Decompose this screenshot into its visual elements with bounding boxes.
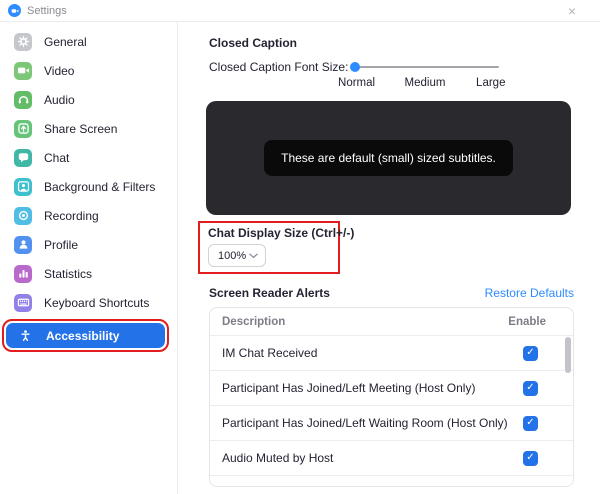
keyboard-icon <box>14 293 32 312</box>
annotation-box-accessibility: Accessibility <box>2 319 169 352</box>
alert-description: Participant Has Joined/Left Waiting Room… <box>222 416 508 430</box>
closed-caption-heading: Closed Caption <box>209 36 298 50</box>
sidebar-item-label: Audio <box>44 92 75 107</box>
alert-enable-checkbox[interactable] <box>523 380 538 396</box>
sidebar-item-share-screen[interactable]: Share Screen <box>0 114 177 143</box>
window-title: Settings <box>27 4 67 17</box>
table-row: Participant Has Joined/Left Meeting (Hos… <box>210 371 573 406</box>
profile-icon <box>14 235 32 254</box>
sidebar-item-label: Recording <box>44 208 99 223</box>
accessibility-icon <box>16 327 34 345</box>
sidebar-item-label: Statistics <box>44 266 93 281</box>
sidebar-item-background-filters[interactable]: Background & Filters <box>0 172 177 201</box>
caption-preview: These are default (small) sized subtitle… <box>206 101 571 215</box>
sidebar-item-label: Share Screen <box>44 121 118 136</box>
settings-content: Closed Caption Closed Caption Font Size:… <box>178 22 600 494</box>
partial-row <box>210 476 573 483</box>
sidebar: General Video Audio Share Screen Chat Ba… <box>0 22 178 494</box>
zoom-logo-icon <box>8 4 21 17</box>
tick-large: Large <box>476 77 506 89</box>
caption-preview-subtitle: These are default (small) sized subtitle… <box>264 140 513 176</box>
chat-display-size-value: 100% <box>218 249 247 262</box>
settings-window: Settings × General Video Audio Share Scr… <box>0 0 600 494</box>
alert-description: IM Chat Received <box>222 346 318 360</box>
chat-display-size-label: Chat Display Size (Ctrl+/-) <box>208 226 355 240</box>
table-scrollbar[interactable] <box>564 337 572 485</box>
scrollbar-thumb[interactable] <box>565 337 571 373</box>
alert-description: Participant Has Joined/Left Meeting (Hos… <box>222 381 476 395</box>
record-icon <box>14 206 32 225</box>
slider-track <box>354 66 499 68</box>
alerts-table: Description Enable IM Chat Received Part… <box>209 307 574 487</box>
table-row: Participant Has Joined/Left Waiting Room… <box>210 406 573 441</box>
screen-reader-alerts-heading: Screen Reader Alerts <box>209 286 330 300</box>
sidebar-item-label: Profile <box>44 237 79 252</box>
tick-medium: Medium <box>404 77 446 89</box>
sidebar-item-label: Background & Filters <box>44 179 156 194</box>
caption-font-size-slider[interactable]: Normal Medium Large <box>338 61 505 91</box>
slider-handle[interactable] <box>350 62 360 72</box>
alert-description: Audio Muted by Host <box>222 451 334 465</box>
close-icon[interactable]: × <box>568 4 576 18</box>
slider-tick-labels: Normal Medium Large <box>338 77 505 91</box>
background-filters-icon <box>14 177 32 196</box>
chat-display-size-select[interactable]: 100% <box>208 244 266 267</box>
alert-enable-checkbox[interactable] <box>523 450 538 466</box>
alert-enable-checkbox[interactable] <box>523 415 538 431</box>
column-enable: Enable <box>508 315 546 328</box>
table-row: Audio Muted by Host <box>210 441 573 476</box>
sidebar-item-chat[interactable]: Chat <box>0 143 177 172</box>
sidebar-item-label: Keyboard Shortcuts <box>44 295 150 310</box>
sidebar-item-label: Video <box>44 63 75 78</box>
statistics-icon <box>14 264 32 283</box>
sidebar-item-video[interactable]: Video <box>0 56 177 85</box>
titlebar: Settings × <box>0 0 600 22</box>
sidebar-item-label: Accessibility <box>46 328 120 343</box>
sidebar-item-profile[interactable]: Profile <box>0 230 177 259</box>
chevron-down-icon <box>249 253 258 259</box>
column-description: Description <box>222 315 286 328</box>
annotation-box-chat-display: Chat Display Size (Ctrl+/-) 100% <box>198 221 355 274</box>
share-screen-icon <box>14 119 32 138</box>
sidebar-item-statistics[interactable]: Statistics <box>0 259 177 288</box>
table-row: IM Chat Received <box>210 336 573 371</box>
video-camera-icon <box>14 61 32 80</box>
caption-font-size-label: Closed Caption Font Size: <box>209 60 349 74</box>
chat-bubble-icon <box>14 148 32 167</box>
headphones-icon <box>14 90 32 109</box>
sidebar-item-label: General <box>44 34 87 49</box>
alerts-table-body: IM Chat Received Participant Has Joined/… <box>210 336 573 476</box>
alerts-table-header: Description Enable <box>210 308 573 336</box>
alert-enable-checkbox[interactable] <box>523 345 538 361</box>
sidebar-item-accessibility[interactable]: Accessibility <box>6 323 165 348</box>
restore-defaults-link[interactable]: Restore Defaults <box>485 286 574 300</box>
sidebar-item-audio[interactable]: Audio <box>0 85 177 114</box>
gear-icon <box>14 32 32 51</box>
sidebar-item-keyboard-shortcuts[interactable]: Keyboard Shortcuts <box>0 288 177 317</box>
sidebar-item-general[interactable]: General <box>0 27 177 56</box>
sidebar-item-recording[interactable]: Recording <box>0 201 177 230</box>
tick-normal: Normal <box>338 77 376 89</box>
sidebar-item-label: Chat <box>44 150 70 165</box>
